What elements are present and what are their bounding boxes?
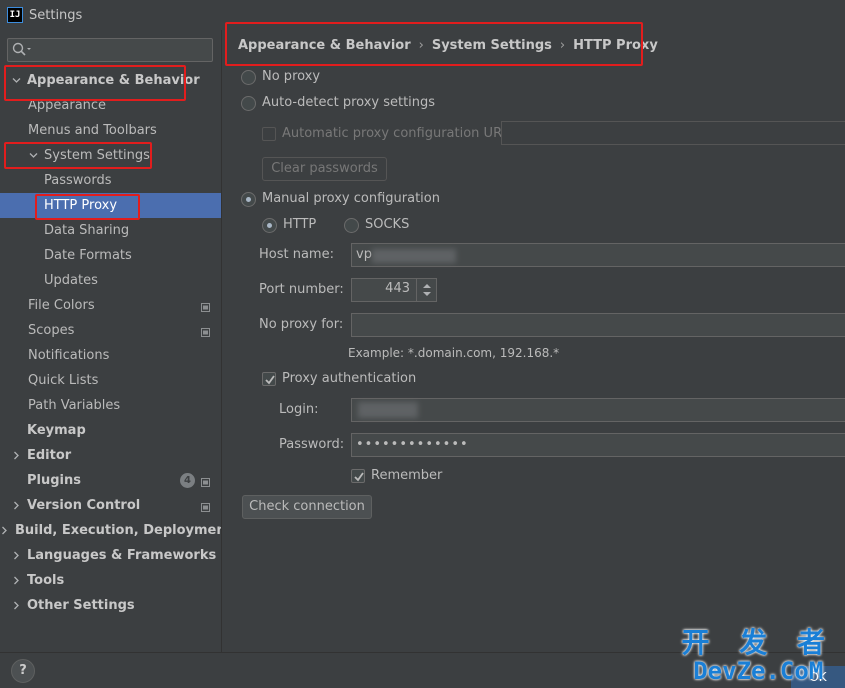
tree-item-label: Tools — [27, 573, 65, 588]
http-label[interactable]: HTTP — [283, 217, 316, 232]
tree-item-label: Scopes — [28, 323, 75, 338]
tree-item[interactable]: Version Control — [0, 493, 221, 518]
redacted-host — [372, 249, 456, 263]
tree-item[interactable]: Path Variables — [0, 393, 221, 418]
proxy-auth-label[interactable]: Proxy authentication — [282, 371, 416, 386]
tree-item[interactable]: Scopes — [0, 318, 221, 343]
settings-sidebar: Appearance & Behavior Appearance Menus and… — [0, 30, 232, 652]
project-settings-icon — [201, 501, 210, 512]
tree-item-label: Plugins — [27, 473, 81, 488]
tree-item-label: File Colors — [28, 298, 95, 313]
port-number-label: Port number: — [259, 282, 344, 297]
tree-item-label: Other Settings — [27, 598, 135, 613]
tree-item[interactable]: Build, Execution, Deployment — [0, 518, 232, 543]
watermark-bottom: DevZe.CoM — [693, 657, 824, 685]
tree-item-label: Data Sharing — [44, 223, 130, 238]
host-name-label: Host name: — [259, 247, 334, 262]
tree-item-label: Quick Lists — [28, 373, 99, 388]
http-radio[interactable] — [262, 218, 277, 233]
help-button[interactable]: ? — [11, 659, 35, 683]
update-count-badge: 4 — [180, 473, 195, 488]
tree-item[interactable]: Other Settings — [0, 593, 221, 618]
chevron-right-icon[interactable] — [11, 551, 21, 561]
clear-passwords-button[interactable]: Clear passwords — [262, 157, 387, 181]
tree-item[interactable]: Editor — [0, 443, 221, 468]
tree-item[interactable]: File Colors — [0, 293, 221, 318]
tree-item-label: Version Control — [27, 498, 141, 513]
highlight-system-settings — [4, 142, 152, 169]
tree-item[interactable]: Quick Lists — [0, 368, 221, 393]
auto-config-url-field[interactable] — [501, 121, 845, 145]
tree-item[interactable]: Tools — [0, 568, 221, 593]
highlight-appearance-behavior — [4, 65, 186, 101]
no-proxy-for-label: No proxy for: — [259, 317, 344, 332]
password-label: Password: — [279, 437, 345, 452]
password-field[interactable]: ••••••••••••• — [351, 433, 845, 457]
search-box[interactable] — [7, 38, 213, 62]
port-number-spinner[interactable]: 443 — [351, 278, 437, 302]
chevron-right-icon[interactable] — [11, 451, 21, 461]
project-settings-icon — [201, 476, 210, 487]
tree-item-label: Editor — [27, 448, 72, 463]
no-proxy-radio[interactable] — [241, 70, 256, 85]
search-input[interactable] — [34, 41, 210, 59]
project-settings-icon — [201, 326, 210, 337]
port-number-value: 443 — [385, 281, 410, 296]
watermark-logo: 开 发 者 DevZe.CoM — [681, 626, 836, 685]
proxy-auth-checkbox[interactable] — [262, 372, 276, 386]
no-proxy-label[interactable]: No proxy — [262, 69, 320, 84]
tree-item[interactable]: Passwords — [0, 168, 221, 193]
highlight-breadcrumb — [225, 22, 643, 66]
tree-item[interactable]: Data Sharing — [0, 218, 221, 243]
spinner-arrows[interactable] — [416, 279, 436, 301]
tree-item-label: Keymap — [27, 423, 86, 438]
check-connection-button[interactable]: Check connection — [242, 495, 372, 519]
tree-item-label: Updates — [44, 273, 98, 288]
tree-item[interactable]: Notifications — [0, 343, 221, 368]
remember-checkbox[interactable] — [351, 469, 365, 483]
content-panel: Appearance & Behavior › System Settings … — [221, 30, 845, 652]
checkmark-icon — [265, 375, 275, 385]
tree-item-label: Build, Execution, Deployment — [15, 523, 232, 538]
chevron-right-icon[interactable] — [0, 526, 9, 536]
checkmark-icon — [354, 472, 364, 482]
login-label: Login: — [279, 402, 319, 417]
app-icon: IJ — [7, 7, 23, 23]
tree-item-label: Passwords — [44, 173, 112, 188]
project-settings-icon — [201, 301, 210, 312]
tree-item[interactable]: Updates — [0, 268, 221, 293]
tree-item[interactable]: Date Formats — [0, 243, 221, 268]
watermark-top: 开 发 者 — [681, 626, 835, 659]
redacted-login — [358, 402, 418, 418]
tree-item-label: Languages & Frameworks — [27, 548, 217, 563]
tree-item[interactable]: Keymap — [0, 418, 221, 443]
spinner-up-down-icon[interactable] — [417, 279, 437, 301]
login-field[interactable] — [351, 398, 845, 422]
socks-label[interactable]: SOCKS — [365, 217, 409, 232]
chevron-right-icon[interactable] — [11, 601, 21, 611]
auto-detect-label[interactable]: Auto-detect proxy settings — [262, 95, 435, 110]
tree-item[interactable]: Languages & Frameworks — [0, 543, 221, 568]
no-proxy-for-field[interactable] — [351, 313, 845, 337]
host-name-value: vp — [356, 247, 372, 262]
manual-proxy-radio[interactable] — [241, 192, 256, 207]
auto-detect-radio[interactable] — [241, 96, 256, 111]
chevron-right-icon[interactable] — [11, 576, 21, 586]
example-hint: Example: *.domain.com, 192.168.* — [348, 346, 560, 360]
remember-label[interactable]: Remember — [371, 468, 442, 483]
search-icon — [12, 42, 31, 56]
tree-item-label: Menus and Toolbars — [28, 123, 157, 138]
tree-item[interactable]: Menus and Toolbars — [0, 118, 221, 143]
tree-item-label: Date Formats — [44, 248, 132, 263]
tree-item[interactable]: Plugins 4 — [0, 468, 221, 493]
auto-config-url-label: Automatic proxy configuration URL: — [282, 126, 514, 141]
auto-config-url-checkbox[interactable] — [262, 127, 276, 141]
tree-item-label: Path Variables — [28, 398, 121, 413]
tree-item-label: Notifications — [28, 348, 110, 363]
window-title: Settings — [29, 7, 83, 23]
manual-proxy-label[interactable]: Manual proxy configuration — [262, 191, 440, 206]
socks-radio[interactable] — [344, 218, 359, 233]
chevron-right-icon[interactable] — [11, 501, 21, 511]
highlight-http-proxy — [35, 194, 140, 220]
